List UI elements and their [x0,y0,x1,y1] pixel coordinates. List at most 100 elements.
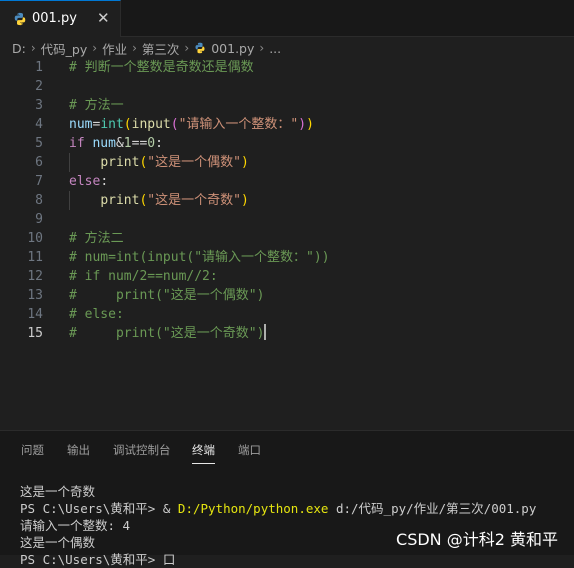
code-line: 14 # else: [0,305,574,324]
line-number: 14 [27,307,43,322]
code-line: 6 print("这是一个偶数") [0,153,574,172]
code-text: # 方法一 [69,98,124,113]
close-icon[interactable]: ✕ [97,9,110,27]
code-line: 2 [0,77,574,96]
token: ) [298,117,307,132]
code-editor[interactable]: 1 # 判断一个整数是奇数还是偶数 2 3 # 方法一 4 num=int(in… [0,58,574,430]
token: "这是一个偶数" [147,155,241,170]
chevron-right-icon: › [132,41,137,55]
breadcrumb: D: › 代码_py › 作业 › 第三次 › 001.py › ... [12,38,281,58]
terminal-line: 这是一个偶数 [20,535,96,550]
chevron-right-icon: › [259,41,265,55]
token: print [100,193,140,208]
token: ) [240,155,249,170]
code-line: 5 if num&1==0: [0,134,574,153]
line-number: 13 [27,288,43,303]
code-text: # print("这是一个奇数") [69,324,267,343]
line-number: 3 [35,98,43,113]
code-text: print("这是一个奇数") [69,191,249,210]
code-line: 1 # 判断一个整数是奇数还是偶数 [0,58,574,77]
line-number: 7 [35,174,43,189]
chevron-right-icon: › [30,41,36,55]
code-text: if num&1==0: [69,134,163,153]
tab-ports[interactable]: 端口 [238,442,261,458]
token: ) [240,193,249,208]
code-line: 9 [0,210,574,229]
terminal-script-arg: d:/代码_py/作业/第三次/001.py [328,501,537,516]
code-line: 7 else: [0,172,574,191]
terminal-line: 请输入一个整数: 4 [20,518,131,533]
tab-filename: 001.py [32,11,77,26]
text-cursor [264,324,267,340]
tab-output[interactable]: 输出 [67,442,90,458]
tab-001-py[interactable]: 001.py ✕ [0,0,121,37]
code-line: 12 # if num/2==num//2: [0,267,574,286]
editor-tab-bar: 001.py ✕ [0,0,574,37]
code-line: 11 # num=int(input("请输入一个整数：")) [0,248,574,267]
line-number: 9 [35,212,43,227]
token: "请输入一个整数：" [178,117,299,132]
tab-debug-console[interactable]: 调试控制台 [113,442,171,458]
code-text: # print("这是一个偶数") [69,288,265,303]
token: == [131,136,148,151]
token: input [131,117,171,132]
terminal-prompt: PS C:\Users\黄和平> & [20,501,178,516]
line-number: 10 [27,231,43,246]
token: & [115,136,124,151]
token: "这是一个奇数" [147,193,241,208]
breadcrumb-drive[interactable]: D: [12,41,26,56]
breadcrumb-folder-code[interactable]: 代码_py [41,39,88,58]
tab-problems[interactable]: 问题 [21,442,44,458]
python-icon [14,12,26,26]
token: 1 [123,136,132,151]
code-text: # 判断一个整数是奇数还是偶数 [69,60,254,75]
terminal-line: 这是一个奇数 [20,484,96,499]
code-text: # 方法二 [69,231,124,246]
chevron-right-icon: › [92,41,98,55]
line-number: 6 [35,155,43,170]
breadcrumb-folder-third[interactable]: 第三次 [142,39,180,58]
line-number: 12 [27,269,43,284]
line-number-active: 15 [27,326,43,341]
token: if [69,136,85,151]
terminal-prompt: PS C:\Users\黄和平> [20,552,163,567]
watermark: CSDN @计科2 黄和平 [396,530,558,549]
line-number: 1 [35,60,43,75]
line-number: 5 [35,136,43,151]
chevron-right-icon: › [184,41,190,55]
code-text: else: [69,172,108,191]
code-line: 4 num=int(input("请输入一个整数：")) [0,115,574,134]
breadcrumb-folder-homework[interactable]: 作业 [102,39,127,58]
code-text: # if num/2==num//2: [69,269,218,284]
token: 0 [147,136,156,151]
token: # print("这是一个奇数") [69,326,265,341]
breadcrumb-more[interactable]: ... [269,41,281,56]
token: : [100,174,109,189]
line-number: 11 [27,250,43,265]
tab-terminal[interactable]: 终端 [192,442,215,464]
code-line: 13 # print("这是一个偶数") [0,286,574,305]
code-text: # num=int(input("请输入一个整数：")) [69,250,330,265]
code-line-active: 15 # print("这是一个奇数") [0,324,574,343]
line-number: 2 [35,79,43,94]
token: print [100,155,140,170]
token: num [92,136,116,151]
token: else [69,174,101,189]
line-number: 4 [35,117,43,132]
code-line: 3 # 方法一 [0,96,574,115]
token: int [100,117,124,132]
code-text: num=int(input("请输入一个整数：")) [69,115,314,134]
code-line: 8 print("这是一个奇数") [0,191,574,210]
code-text: print("这是一个偶数") [69,153,249,172]
token: num [69,117,93,132]
bottom-panel: 问题 输出 调试控制台 终端 端口 这是一个奇数 PS C:\Users\黄和平… [0,430,574,567]
terminal-line-tail: 口 [162,552,176,567]
token: ) [306,117,314,132]
panel-tabs: 问题 输出 调试控制台 终端 端口 [0,431,574,467]
token: ( [123,117,132,132]
breadcrumb-file[interactable]: 001.py [211,41,254,56]
python-icon [195,42,205,54]
code-line: 10 # 方法二 [0,229,574,248]
token: : [155,136,163,151]
terminal-exe-path: D:/Python/python.exe [177,501,329,516]
